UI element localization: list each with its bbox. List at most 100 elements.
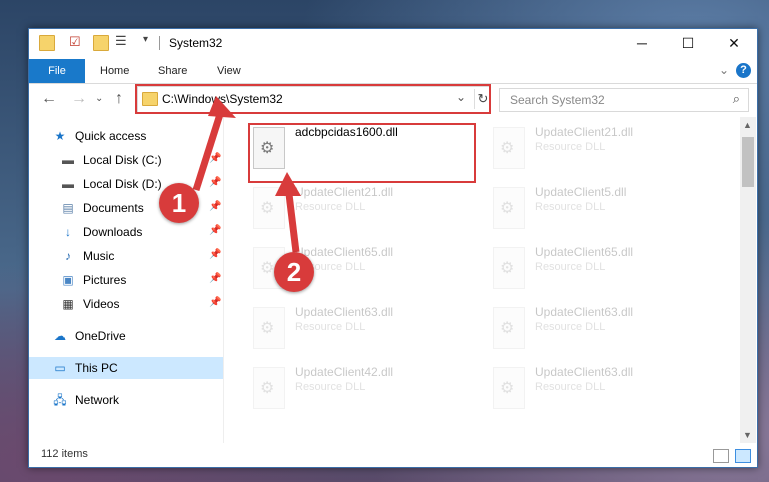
pin-icon[interactable]: 📌: [209, 153, 221, 164]
sidebar-item-label: Downloads: [83, 225, 143, 239]
file-highlight-box: [248, 123, 476, 183]
minimize-button[interactable]: ─: [619, 29, 665, 59]
tab-home[interactable]: Home: [100, 59, 129, 83]
file-item[interactable]: ⚙ UpdateClient63.dll Resource DLL: [487, 301, 717, 355]
window-title: System32: [169, 36, 223, 50]
customize-toolbar-icon[interactable]: ☰: [115, 33, 129, 48]
toolbar-dropdown-icon[interactable]: ▾: [143, 34, 157, 48]
new-folder-icon[interactable]: [93, 35, 109, 51]
sidebar-item-label: Music: [83, 249, 115, 263]
sidebar-item-label: Documents: [83, 201, 144, 215]
gear-icon: ⚙: [260, 200, 275, 217]
explorer-window: ☑ ☰ ▾ System32 ─ ☐ ✕ File Home Share Vie…: [28, 28, 758, 468]
sidebar-item-music[interactable]: ♪ Music 📌: [29, 245, 223, 267]
file-item[interactable]: ⚙ UpdateClient65.dll Resource DLL: [487, 241, 717, 295]
gear-icon: ⚙: [260, 260, 275, 277]
file-type: Resource DLL: [295, 201, 366, 213]
download-icon: ↓: [65, 225, 71, 239]
title-separator: [159, 36, 160, 50]
search-box[interactable]: Search System32 ⌕: [499, 88, 749, 112]
computer-icon: ▭: [54, 361, 66, 375]
file-item[interactable]: ⚙ UpdateClient63.dll Resource DLL: [487, 361, 717, 415]
drive-icon: ▬: [62, 153, 74, 167]
recent-locations-icon[interactable]: ⌄: [95, 93, 103, 104]
search-input[interactable]: Search System32: [510, 93, 605, 107]
pane-divider[interactable]: [223, 117, 224, 443]
gear-icon: ⚙: [500, 260, 515, 277]
sidebar-item-label: Local Disk (D:): [83, 177, 162, 191]
vertical-scrollbar[interactable]: ▲ ▼: [740, 117, 756, 443]
file-type: Resource DLL: [295, 381, 366, 393]
close-button[interactable]: ✕: [711, 29, 757, 59]
sidebar-item-local-disk-c[interactable]: ▬ Local Disk (C:) 📌: [29, 149, 223, 171]
ribbon-tabs: File Home Share View ⌄ ?: [29, 59, 757, 84]
sidebar-item-quick-access[interactable]: ★ Quick access: [29, 125, 223, 147]
file-type: Resource DLL: [535, 141, 606, 153]
sidebar-item-label: Videos: [83, 297, 120, 311]
back-icon[interactable]: ←: [41, 90, 57, 108]
large-icons-view-icon[interactable]: [735, 449, 751, 463]
details-view-icon[interactable]: [713, 449, 729, 463]
file-name: UpdateClient65.dll: [535, 245, 634, 259]
file-name: UpdateClient63.dll: [535, 365, 634, 379]
pin-icon[interactable]: 📌: [209, 177, 221, 188]
pin-icon[interactable]: 📌: [209, 297, 221, 308]
file-item[interactable]: ⚙ UpdateClient63.dll Resource DLL: [247, 301, 477, 355]
scrollbar-thumb[interactable]: [742, 137, 754, 187]
file-item[interactable]: ⚙ UpdateClient5.dll Resource DLL: [487, 181, 717, 235]
pin-icon[interactable]: 📌: [209, 201, 221, 212]
videos-icon: ▦: [62, 297, 74, 311]
file-item[interactable]: ⚙ UpdateClient42.dll Resource DLL: [247, 361, 477, 415]
music-icon: ♪: [65, 249, 71, 263]
scroll-up-icon[interactable]: ▲: [743, 120, 752, 130]
file-item[interactable]: ⚙ UpdateClient21.dll Resource DLL: [247, 181, 477, 235]
scroll-down-icon[interactable]: ▼: [743, 430, 752, 440]
file-name: UpdateClient63.dll: [295, 305, 394, 319]
drive-icon: ▬: [62, 177, 74, 191]
dll-file-icon: ⚙: [493, 127, 525, 169]
sidebar-item-label: This PC: [75, 361, 118, 375]
sidebar-item-downloads[interactable]: ↓ Downloads 📌: [29, 221, 223, 243]
dll-file-icon: ⚙: [253, 187, 285, 229]
network-icon: 🖧: [53, 393, 67, 407]
maximize-button[interactable]: ☐: [665, 29, 711, 59]
dll-file-icon: ⚙: [493, 367, 525, 409]
title-bar: ☑ ☰ ▾ System32 ─ ☐ ✕: [29, 29, 757, 59]
gear-icon: ⚙: [500, 200, 515, 217]
sidebar-item-videos[interactable]: ▦ Videos 📌: [29, 293, 223, 315]
cloud-icon: ☁: [54, 329, 66, 343]
star-icon: ★: [54, 129, 66, 143]
help-icon[interactable]: ?: [736, 63, 751, 78]
sidebar-item-network[interactable]: 🖧 Network: [29, 389, 223, 411]
file-type: Resource DLL: [535, 321, 606, 333]
sidebar-item-label: OneDrive: [75, 329, 126, 343]
sidebar-item-this-pc[interactable]: ▭ This PC: [29, 357, 223, 379]
file-item[interactable]: ⚙ UpdateClient21.dll Resource DLL: [487, 121, 717, 175]
file-type: Resource DLL: [535, 201, 606, 213]
properties-icon[interactable]: ☑: [69, 34, 83, 49]
pin-icon[interactable]: 📌: [209, 273, 221, 284]
search-icon[interactable]: ⌕: [733, 91, 740, 107]
folder-icon: [39, 35, 55, 51]
tab-view[interactable]: View: [217, 59, 241, 83]
tab-share[interactable]: Share: [158, 59, 187, 83]
sidebar-item-label: Pictures: [83, 273, 127, 287]
gear-icon: ⚙: [500, 380, 515, 397]
sidebar-item-label: Quick access: [75, 129, 147, 143]
sidebar-item-onedrive[interactable]: ☁ OneDrive: [29, 325, 223, 347]
callout-1: 1: [159, 183, 199, 223]
forward-icon[interactable]: →: [71, 90, 87, 108]
expand-ribbon-icon[interactable]: ⌄: [719, 63, 729, 77]
sidebar-item-label: Network: [75, 393, 120, 407]
file-name: UpdateClient21.dll: [295, 185, 394, 199]
file-name: UpdateClient42.dll: [295, 365, 394, 379]
up-icon[interactable]: ↑: [115, 90, 123, 108]
file-name: UpdateClient65.dll: [295, 245, 394, 259]
pin-icon[interactable]: 📌: [209, 249, 221, 260]
tab-file[interactable]: File: [29, 59, 85, 83]
callout-2: 2: [274, 252, 314, 292]
dll-file-icon: ⚙: [493, 247, 525, 289]
sidebar-item-pictures[interactable]: ▣ Pictures 📌: [29, 269, 223, 291]
pin-icon[interactable]: 📌: [209, 225, 221, 236]
pictures-icon: ▣: [62, 273, 74, 287]
